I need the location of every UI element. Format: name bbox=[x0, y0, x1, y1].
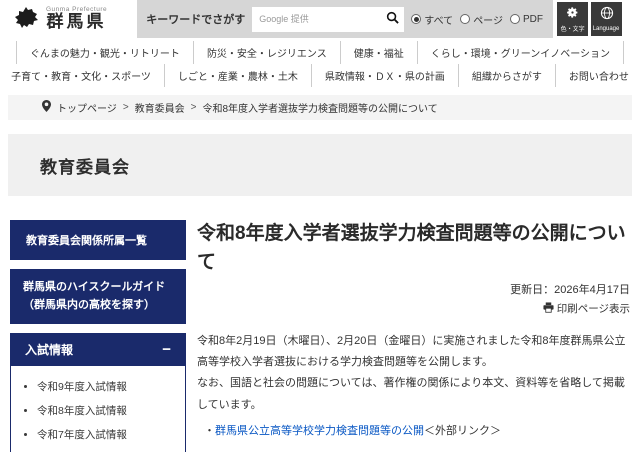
gear-icon bbox=[566, 6, 579, 22]
search-bar: キーワードでさがす すべて ページ PDF bbox=[137, 0, 553, 38]
nav-item-contact[interactable]: お問い合わせ bbox=[555, 64, 640, 87]
nav-item-health[interactable]: 健康・福祉 bbox=[340, 41, 417, 64]
content-area: 教育委員会関係所属一覧 群馬県のハイスクールガイド （群馬県内の高校を探す） 入… bbox=[0, 196, 640, 452]
sidebar-link-departments[interactable]: 教育委員会関係所属一覧 bbox=[10, 220, 186, 260]
print-page-label: 印刷ページ表示 bbox=[557, 301, 630, 316]
printer-icon bbox=[543, 302, 554, 316]
external-link-row: ・群馬県公立高等学校学力検査問題等の公開＜外部リンク＞ bbox=[197, 422, 630, 442]
search-label: キーワードでさがす bbox=[146, 11, 245, 27]
radio-all[interactable]: すべて bbox=[411, 12, 453, 27]
logo-text-ja: 群馬県 bbox=[46, 13, 107, 32]
global-nav: ぐんまの魅力・観光・リトリート 防災・安全・レジリエンス 健康・福祉 くらし・環… bbox=[0, 38, 640, 95]
section-title: 教育委員会 bbox=[40, 153, 130, 178]
accordion-title: 入試情報 bbox=[25, 341, 73, 358]
external-link-exam-problems[interactable]: 群馬県公立高等学校学力検査問題等の公開 bbox=[215, 425, 424, 437]
page-meta: 更新日：2026年4月17日 印刷ページ表示 bbox=[197, 281, 630, 318]
nav-item-attraction[interactable]: ぐんまの魅力・観光・リトリート bbox=[16, 41, 193, 64]
radio-page-label: ページ bbox=[473, 12, 503, 27]
sidebar: 教育委員会関係所属一覧 群馬県のハイスクールガイド （群馬県内の高校を探す） 入… bbox=[10, 220, 186, 452]
section-banner: 教育委員会 bbox=[8, 134, 632, 196]
sidebar-exam-info-list: 令和9年度入試情報 令和8年度入試情報 令和7年度入試情報 令和6年度入試情報 … bbox=[10, 366, 186, 452]
collapse-minus-icon[interactable]: − bbox=[162, 342, 171, 357]
radio-page-circle[interactable] bbox=[460, 14, 470, 24]
global-nav-row-2: 子育て・教育・文化・スポーツ しごと・産業・農林・土木 県政情報・ＤＸ・県の計画… bbox=[0, 64, 640, 87]
logo-text: Gunma Prefecture 群馬県 bbox=[46, 6, 107, 32]
sidebar-item-reiwa8[interactable]: 令和8年度入試情報 bbox=[37, 398, 179, 422]
radio-page[interactable]: ページ bbox=[460, 12, 503, 27]
article-paragraph: 令和8年2月19日（木曜日）、2月20日（金曜日）に実施されました令和8年度群馬… bbox=[197, 331, 630, 417]
header-tools: 色・文字 Language bbox=[557, 2, 622, 36]
breadcrumb-home[interactable]: トップページ bbox=[57, 100, 117, 115]
link-bullet: ・ bbox=[204, 425, 215, 437]
radio-pdf[interactable]: PDF bbox=[510, 14, 543, 25]
nav-item-childcare[interactable]: 子育て・教育・文化・スポーツ bbox=[0, 64, 164, 87]
sidebar-accordion-exam-info[interactable]: 入試情報 − bbox=[10, 333, 186, 366]
color-text-settings-button[interactable]: 色・文字 bbox=[557, 2, 588, 36]
search-icon bbox=[386, 11, 399, 27]
sidebar-item-reiwa7[interactable]: 令和7年度入試情報 bbox=[37, 422, 179, 446]
site-logo[interactable]: Gunma Prefecture 群馬県 bbox=[14, 5, 107, 34]
language-label: Language bbox=[593, 25, 620, 32]
globe-icon bbox=[600, 6, 614, 23]
global-nav-row-1: ぐんまの魅力・観光・リトリート 防災・安全・レジリエンス 健康・福祉 くらし・環… bbox=[0, 41, 640, 64]
main-content: 令和8年度入学者選抜学力検査問題等の公開について 更新日：2026年4月17日 … bbox=[197, 220, 630, 452]
search-button[interactable] bbox=[385, 11, 400, 27]
breadcrumb-board-of-education[interactable]: 教育委員会 bbox=[135, 100, 185, 115]
color-text-settings-label: 色・文字 bbox=[561, 24, 585, 33]
radio-pdf-circle[interactable] bbox=[510, 14, 520, 24]
article-sentence-2: なお、国語と社会の問題については、著作権の関係により本文、資料等を省略して掲載し… bbox=[197, 377, 625, 410]
radio-pdf-label: PDF bbox=[523, 14, 543, 25]
breadcrumb: トップページ > 教育委員会 > 令和8年度入学者選抜学力検査問題等の公開につい… bbox=[8, 95, 632, 120]
sidebar-item-reiwa9[interactable]: 令和9年度入試情報 bbox=[37, 374, 179, 398]
highschool-guide-line2: （群馬県内の高校を探す） bbox=[23, 299, 155, 311]
page-title: 令和8年度入学者選抜学力検査問題等の公開について bbox=[197, 220, 630, 277]
gunma-silhouette-icon bbox=[14, 5, 40, 34]
nav-item-work[interactable]: しごと・産業・農林・土木 bbox=[164, 64, 311, 87]
search-box bbox=[252, 7, 404, 32]
breadcrumb-separator: > bbox=[123, 102, 129, 113]
radio-all-label: すべて bbox=[424, 12, 453, 27]
article-sentence-1: 令和8年2月19日（木曜日）、2月20日（金曜日）に実施されました令和8年度群馬… bbox=[197, 335, 625, 368]
highschool-guide-line1: 群馬県のハイスクールガイド bbox=[23, 281, 165, 293]
print-page-link[interactable]: 印刷ページ表示 bbox=[543, 301, 630, 316]
nav-item-disaster[interactable]: 防災・安全・レジリエンス bbox=[193, 41, 340, 64]
sidebar-link-highschool-guide[interactable]: 群馬県のハイスクールガイド （群馬県内の高校を探す） bbox=[10, 269, 186, 324]
radio-all-circle[interactable] bbox=[411, 14, 421, 24]
breadcrumb-current-page: 令和8年度入学者選抜学力検査問題等の公開について bbox=[203, 100, 438, 115]
nav-item-living[interactable]: くらし・環境・グリーンイノベーション bbox=[417, 41, 624, 64]
language-button[interactable]: Language bbox=[591, 2, 622, 36]
breadcrumb-separator: > bbox=[191, 102, 197, 113]
updated-date: 更新日：2026年4月17日 bbox=[197, 281, 630, 297]
search-scope-radios: すべて ページ PDF bbox=[411, 12, 543, 27]
site-header: Gunma Prefecture 群馬県 キーワードでさがす すべて ページ bbox=[0, 0, 640, 38]
nav-item-org[interactable]: 組織からさがす bbox=[458, 64, 555, 87]
nav-item-prefgov[interactable]: 県政情報・ＤＸ・県の計画 bbox=[311, 64, 458, 87]
external-link-suffix: ＜外部リンク＞ bbox=[424, 425, 501, 437]
search-input[interactable] bbox=[259, 14, 385, 24]
map-pin-icon bbox=[42, 100, 51, 115]
sidebar-item-reiwa6[interactable]: 令和6年度入試情報 bbox=[37, 446, 179, 452]
